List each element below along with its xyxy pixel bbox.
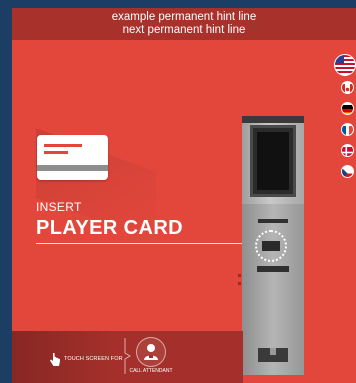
tray-gap <box>270 348 276 355</box>
hint-line-1: example permanent hint line <box>111 11 257 23</box>
card-reader-pointer-line <box>36 243 256 244</box>
flag-dk-graphic <box>342 147 353 156</box>
call-attendant-button[interactable] <box>136 337 166 367</box>
touch-screen-hint: TOUCH SCREEN FOR <box>64 356 123 362</box>
card-line <box>44 151 68 154</box>
flag-cz-graphic <box>342 168 353 177</box>
player-card-icon <box>37 135 108 180</box>
kiosk-machine-illustration <box>242 116 304 375</box>
card-reader-slot <box>262 241 280 251</box>
flag-de-icon[interactable] <box>341 102 354 115</box>
kiosk-dispense-tray <box>258 348 288 362</box>
hint-bar: example permanent hint line next permane… <box>12 8 356 40</box>
hint-line-2: next permanent hint line <box>122 24 246 36</box>
kiosk-top <box>242 116 304 123</box>
flag-cz-icon[interactable] <box>341 165 354 178</box>
card-magnetic-stripe <box>37 165 108 171</box>
flag-de-graphic <box>342 105 353 114</box>
kiosk-ticket-slot <box>257 266 289 272</box>
flag-fr-graphic <box>342 126 353 135</box>
kiosk-display <box>250 125 296 197</box>
kiosk-display-glass <box>257 132 289 190</box>
flag-ca-icon[interactable] <box>341 81 354 94</box>
attendant-icon <box>144 344 158 360</box>
kiosk-side-mark <box>238 282 241 285</box>
kiosk-side-mark <box>238 274 241 277</box>
flag-us-graphic <box>335 55 355 75</box>
flag-ca-graphic <box>342 84 353 93</box>
insert-label: INSERT <box>36 200 82 214</box>
player-card-label: PLAYER CARD <box>36 217 184 239</box>
touch-hand-icon <box>50 353 60 366</box>
call-attendant-label: CALL ATTENDANT <box>129 368 173 374</box>
card-line <box>44 144 82 147</box>
flag-dk-icon[interactable] <box>341 144 354 157</box>
flag-us-icon[interactable] <box>334 54 356 76</box>
flag-fr-icon[interactable] <box>341 123 354 136</box>
kiosk-bill-slot <box>258 219 288 223</box>
